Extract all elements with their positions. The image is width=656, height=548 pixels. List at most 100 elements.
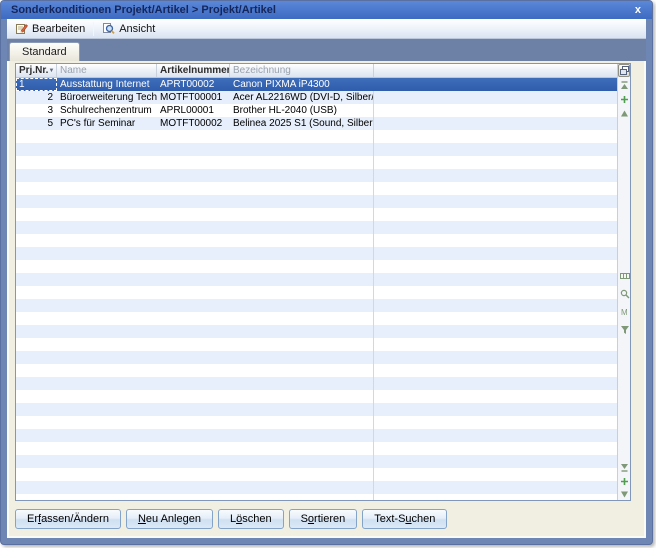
cell-name[interactable] <box>57 299 157 312</box>
cell-artikelnummer[interactable] <box>157 468 230 481</box>
cell-prj[interactable] <box>16 364 57 377</box>
cell-empty[interactable] <box>374 299 617 312</box>
cell-prj[interactable] <box>16 377 57 390</box>
table-row-empty[interactable] <box>16 364 617 377</box>
cell-name[interactable] <box>57 221 157 234</box>
add-icon[interactable] <box>619 94 630 105</box>
cell-prj[interactable] <box>16 182 57 195</box>
cell-name[interactable]: PC's für Seminar <box>57 117 157 130</box>
cell-bezeichnung[interactable]: Belinea 2025 S1 (Sound, Silber <box>230 117 374 130</box>
cell-name[interactable] <box>57 325 157 338</box>
table-row-empty[interactable] <box>16 403 617 416</box>
cell-prj[interactable] <box>16 286 57 299</box>
cell-artikelnummer[interactable]: MOTFT00001 <box>157 91 230 104</box>
cell-bezeichnung[interactable] <box>230 182 374 195</box>
cell-name[interactable] <box>57 429 157 442</box>
cell-bezeichnung[interactable] <box>230 494 374 500</box>
cell-empty[interactable] <box>374 143 617 156</box>
cell-artikelnummer[interactable] <box>157 260 230 273</box>
cell-prj[interactable] <box>16 247 57 260</box>
cell-artikelnummer[interactable] <box>157 312 230 325</box>
cell-bezeichnung[interactable] <box>230 286 374 299</box>
cell-empty[interactable] <box>374 312 617 325</box>
cell-bezeichnung[interactable] <box>230 377 374 390</box>
cell-artikelnummer[interactable] <box>157 351 230 364</box>
table-row-empty[interactable] <box>16 442 617 455</box>
cell-artikelnummer[interactable] <box>157 143 230 156</box>
cells-icon[interactable] <box>619 270 630 281</box>
cell-bezeichnung[interactable] <box>230 416 374 429</box>
cell-name[interactable] <box>57 169 157 182</box>
cell-name[interactable] <box>57 234 157 247</box>
cell-artikelnummer[interactable]: APRL00001 <box>157 104 230 117</box>
cell-prj[interactable] <box>16 195 57 208</box>
cell-prj[interactable] <box>16 351 57 364</box>
cell-name[interactable] <box>57 286 157 299</box>
mark-icon[interactable]: M <box>619 306 630 317</box>
table-row-empty[interactable] <box>16 325 617 338</box>
cell-artikelnummer[interactable] <box>157 377 230 390</box>
cell-artikelnummer[interactable] <box>157 403 230 416</box>
cell-empty[interactable] <box>374 78 617 91</box>
cell-artikelnummer[interactable] <box>157 247 230 260</box>
cell-bezeichnung[interactable] <box>230 260 374 273</box>
cell-bezeichnung[interactable] <box>230 364 374 377</box>
cell-name[interactable] <box>57 130 157 143</box>
cell-artikelnummer[interactable] <box>157 130 230 143</box>
loeschen-button[interactable]: Löschen <box>218 509 284 529</box>
text-suchen-button[interactable]: Text-Suchen <box>362 509 447 529</box>
cell-empty[interactable] <box>374 247 617 260</box>
cell-name[interactable] <box>57 481 157 494</box>
cell-empty[interactable] <box>374 221 617 234</box>
cell-artikelnummer[interactable] <box>157 299 230 312</box>
cell-artikelnummer[interactable]: APRT00002 <box>157 78 230 91</box>
cell-prj[interactable] <box>16 481 57 494</box>
table-row-empty[interactable] <box>16 273 617 286</box>
column-header-bezeichnung[interactable]: Bezeichnung <box>230 64 374 77</box>
cell-empty[interactable] <box>374 182 617 195</box>
cell-bezeichnung[interactable] <box>230 442 374 455</box>
table-row-empty[interactable] <box>16 416 617 429</box>
title-bar[interactable]: Sonderkonditionen Projekt/Artikel > Proj… <box>1 1 652 19</box>
search-icon[interactable] <box>619 288 630 299</box>
cell-name[interactable] <box>57 416 157 429</box>
table-row-empty[interactable] <box>16 455 617 468</box>
cell-empty[interactable] <box>374 494 617 500</box>
cell-bezeichnung[interactable] <box>230 169 374 182</box>
cell-bezeichnung[interactable] <box>230 403 374 416</box>
ansicht-button[interactable]: Ansicht <box>97 20 160 38</box>
table-row-empty[interactable] <box>16 338 617 351</box>
column-header-empty[interactable] <box>374 64 617 77</box>
cell-name[interactable] <box>57 494 157 500</box>
cell-artikelnummer[interactable] <box>157 325 230 338</box>
cell-bezeichnung[interactable] <box>230 273 374 286</box>
cell-bezeichnung[interactable] <box>230 429 374 442</box>
cell-empty[interactable] <box>374 416 617 429</box>
table-row-empty[interactable] <box>16 429 617 442</box>
goto-last-icon[interactable] <box>619 462 630 473</box>
cell-prj[interactable] <box>16 494 57 500</box>
cell-empty[interactable] <box>374 286 617 299</box>
cell-prj[interactable] <box>16 325 57 338</box>
cell-artikelnummer[interactable] <box>157 221 230 234</box>
filter-icon[interactable] <box>619 324 630 335</box>
cell-prj[interactable]: 3 <box>16 104 57 117</box>
table-row-empty[interactable] <box>16 182 617 195</box>
scroll-up-icon[interactable] <box>619 108 630 119</box>
table-row-empty[interactable] <box>16 299 617 312</box>
cell-artikelnummer[interactable] <box>157 286 230 299</box>
cell-name[interactable] <box>57 195 157 208</box>
cell-name[interactable] <box>57 156 157 169</box>
cell-bezeichnung[interactable] <box>230 455 374 468</box>
cell-bezeichnung[interactable] <box>230 351 374 364</box>
cell-prj[interactable] <box>16 221 57 234</box>
cell-artikelnummer[interactable] <box>157 169 230 182</box>
table-row-empty[interactable] <box>16 286 617 299</box>
table-row-empty[interactable] <box>16 195 617 208</box>
scroll-down-icon[interactable] <box>619 489 630 500</box>
table-row-empty[interactable] <box>16 494 617 500</box>
table-row-empty[interactable] <box>16 312 617 325</box>
cell-artikelnummer[interactable] <box>157 455 230 468</box>
cell-name[interactable] <box>57 338 157 351</box>
table-row-empty[interactable] <box>16 169 617 182</box>
